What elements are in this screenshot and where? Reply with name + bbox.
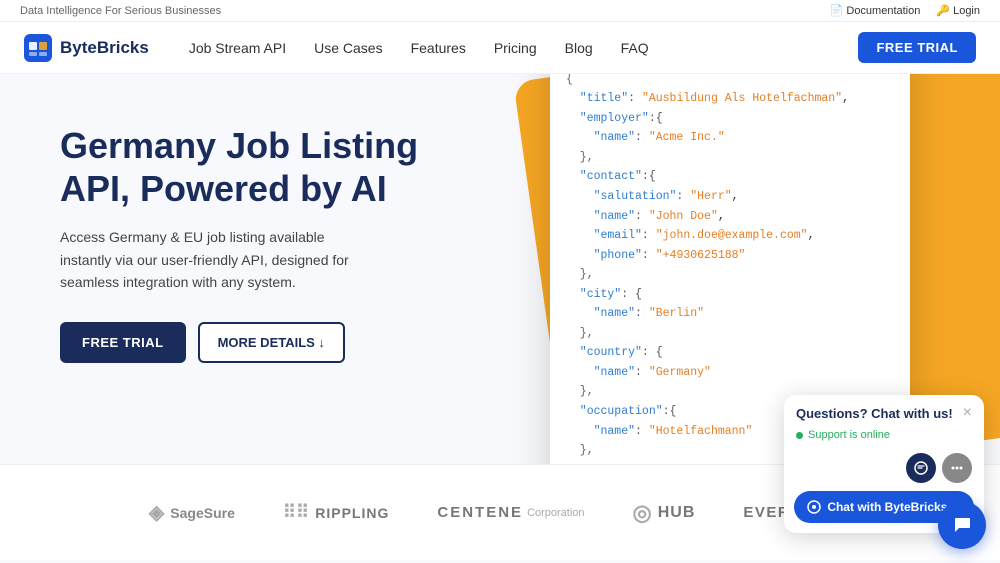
hero-description: Access Germany & EU job listing availabl… — [60, 226, 360, 293]
login-link[interactable]: 🔑 Login — [936, 4, 980, 17]
nav-faq[interactable]: FAQ — [621, 40, 649, 56]
nav-blog[interactable]: Blog — [565, 40, 593, 56]
brand-name: ByteBricks — [60, 38, 149, 58]
tagline: Data Intelligence For Serious Businesses — [20, 5, 221, 17]
nav-pricing[interactable]: Pricing — [494, 40, 537, 56]
partner-centene: CENTENE Corporation — [437, 504, 584, 521]
login-icon: 🔑 — [936, 4, 950, 17]
hero-free-trial-button[interactable]: FREE TRIAL — [60, 322, 186, 363]
hero-buttons: FREE TRIAL MORE DETAILS ↓ — [60, 322, 420, 363]
documentation-link[interactable]: 📄 Documentation — [830, 4, 921, 17]
rippling-icon: ⠿⠿ — [283, 502, 309, 523]
sagesure-icon: ◈ — [149, 500, 164, 525]
logo-icon — [24, 34, 52, 62]
chat-header: Questions? Chat with us! × — [784, 395, 984, 427]
chat-title: Questions? Chat with us! — [796, 406, 953, 421]
partner-hub: ◎ HUB — [633, 500, 696, 526]
hero-more-details-button[interactable]: MORE DETAILS ↓ — [198, 322, 345, 363]
chat-cta-icon — [807, 500, 821, 514]
chat-dots-icon — [950, 461, 964, 475]
chat-bubble-float-button[interactable] — [938, 501, 986, 549]
chat-icon-btn-2[interactable] — [942, 453, 972, 483]
nav-use-cases[interactable]: Use Cases — [314, 40, 382, 56]
hero-title: Germany Job Listing API, Powered by AI — [60, 124, 420, 210]
chat-icons-row — [784, 449, 984, 491]
chat-bubble-icon — [914, 461, 928, 475]
nav-free-trial-button[interactable]: FREE TRIAL — [858, 32, 976, 63]
status-dot — [796, 432, 803, 439]
hub-icon: ◎ — [633, 500, 652, 526]
partner-rippling: ⠿⠿ RIPPLING — [283, 502, 390, 523]
doc-icon: 📄 — [830, 4, 844, 17]
hero-left: Germany Job Listing API, Powered by AI A… — [0, 74, 460, 464]
chat-bubble-float-icon — [951, 514, 973, 536]
chat-close-button[interactable]: × — [963, 405, 972, 421]
chat-status: Support is online — [784, 427, 984, 449]
chat-icon-btn-1[interactable] — [906, 453, 936, 483]
nav-links: Job Stream API Use Cases Features Pricin… — [189, 40, 859, 56]
brand-logo[interactable]: ByteBricks — [24, 34, 149, 62]
top-bar-right: 📄 Documentation 🔑 Login — [830, 4, 980, 17]
nav-job-stream-api[interactable]: Job Stream API — [189, 40, 286, 56]
nav-features[interactable]: Features — [411, 40, 466, 56]
navbar: ByteBricks Job Stream API Use Cases Feat… — [0, 22, 1000, 74]
top-bar: Data Intelligence For Serious Businesses… — [0, 0, 1000, 22]
partner-sagesure: ◈ SageSure — [149, 500, 235, 525]
